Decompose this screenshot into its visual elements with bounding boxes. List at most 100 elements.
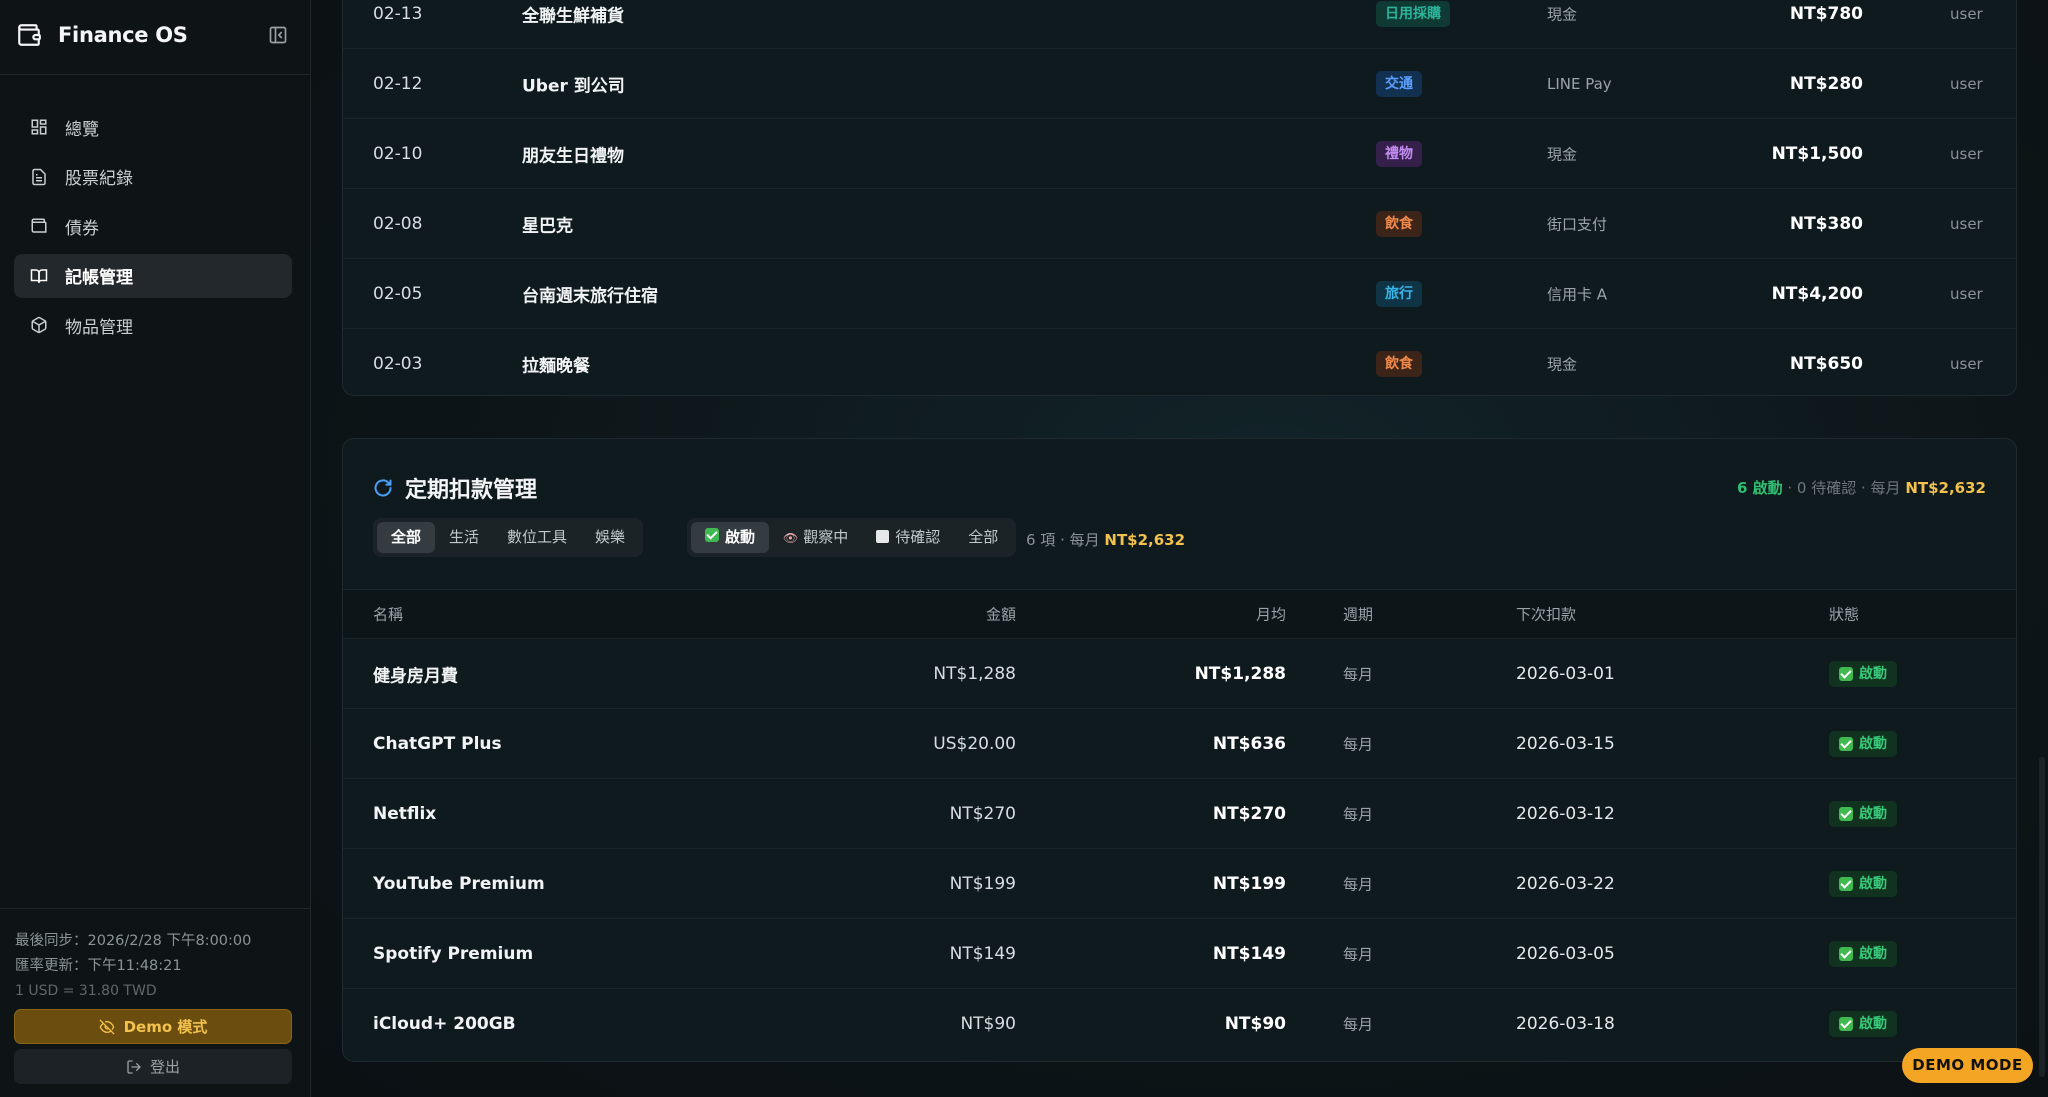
transaction-user: user [1950, 284, 1983, 303]
transaction-description: 朋友生日禮物 [522, 146, 624, 166]
transaction-row[interactable]: 02-10 朋友生日禮物 禮物 現金 NT$1,500 user [343, 119, 2016, 189]
recurring-amount: NT$1,288 [933, 663, 1016, 684]
col-header-amount: 金額 [985, 605, 1016, 624]
transaction-user: user [1950, 214, 1983, 233]
sidebar: Finance OS 總覽 股票紀錄 債券 記帳管理 物品管理 最後同步：202… [0, 0, 311, 1097]
sidebar-item-items[interactable]: 物品管理 [14, 303, 292, 347]
recurring-name: YouTube Premium [373, 873, 545, 894]
transactions-card: 02-13 全聯生鮮補貨 日用採購 現金 NT$780 user 02-12 Uber 到公司… [342, 0, 2017, 396]
filter-category-all[interactable]: 全部 [377, 522, 436, 553]
status-badge[interactable]: 啟動 [1829, 870, 1897, 897]
recurring-monthly: NT$1,288 [1194, 663, 1286, 684]
filter-total: NT$2,632 [1104, 531, 1186, 549]
transaction-user: user [1950, 354, 1983, 373]
sidebar-item-label: 總覽 [65, 119, 99, 140]
category-badge: 交通 [1376, 70, 1422, 97]
check-icon [1839, 666, 1853, 681]
transaction-row[interactable]: 02-13 全聯生鮮補貨 日用採購 現金 NT$780 user [343, 0, 2016, 49]
sidebar-item-label: 股票紀錄 [65, 169, 133, 189]
recurring-next-date: 2026-03-12 [1516, 803, 1615, 824]
col-header-next: 下次扣款 [1516, 605, 1577, 624]
recurring-next-date: 2026-03-15 [1516, 733, 1615, 754]
sidebar-item-stocks[interactable]: 股票紀錄 [14, 155, 292, 199]
eye-icon: 👁 [783, 531, 799, 545]
col-header-name: 名稱 [373, 605, 404, 624]
recurring-row[interactable]: YouTube Premium NT$199 NT$199 每月 2026-03-22 啟… [343, 849, 2016, 919]
status-filter: 啟動 👁 觀察中 待確認 全部 [687, 518, 1017, 557]
sidebar-footer-divider [0, 908, 310, 909]
sidebar-divider [0, 74, 310, 75]
recurring-row[interactable]: Spotify Premium NT$149 NT$149 每月 2026-03-05 啟… [343, 919, 2016, 989]
recurring-summary: 6 啟動 · 0 待確認 · 每月 NT$2,632 [1737, 477, 1986, 498]
summary-middle-text: · 0 待確認 · 每月 [1782, 479, 1906, 497]
transaction-row[interactable]: 02-08 星巴克 飲食 街口支付 NT$380 user [343, 189, 2016, 259]
demo-mode-label: Demo 模式 [123, 1018, 208, 1036]
recurring-amount: US$20.00 [933, 733, 1016, 754]
recurring-name: ChatGPT Plus [373, 733, 502, 754]
logout-label: 登出 [149, 1058, 180, 1076]
recurring-monthly: NT$199 [1212, 873, 1286, 894]
logout-button[interactable]: 登出 [14, 1049, 292, 1084]
transaction-description: Uber 到公司 [522, 76, 625, 96]
summary-active-count: 6 啟動 [1736, 479, 1783, 497]
status-badge[interactable]: 啟動 [1829, 940, 1897, 967]
transaction-user: user [1950, 74, 1983, 93]
filter-status-watching[interactable]: 👁 觀察中 [769, 522, 862, 553]
payment-method: LINE Pay [1547, 74, 1612, 93]
col-header-cycle: 週期 [1343, 605, 1374, 624]
status-label: 啟動 [1859, 665, 1887, 682]
sync-info: 最後同步：2026/2/28 下午8:00:00 匯率更新：下午11:48:21… [15, 929, 251, 1004]
recurring-name: Netflix [373, 803, 437, 824]
transaction-amount: NT$780 [1789, 3, 1863, 24]
filter-category-entertainment[interactable]: 娛樂 [581, 522, 639, 553]
transaction-row[interactable]: 02-03 拉麵晚餐 飲食 現金 NT$650 user [343, 329, 2016, 395]
status-label: 啟動 [1859, 1016, 1887, 1032]
sidebar-item-overview[interactable]: 總覽 [14, 105, 292, 149]
check-icon [705, 528, 719, 542]
transaction-user: user [1950, 4, 1983, 23]
recurring-monthly: NT$90 [1224, 1014, 1286, 1034]
payment-method: 現金 [1547, 355, 1578, 373]
transaction-row[interactable]: 02-12 Uber 到公司 交通 LINE Pay NT$280 user [343, 49, 2016, 119]
recurring-next-date: 2026-03-05 [1516, 943, 1615, 964]
recurring-cycle: 每月 [1343, 945, 1374, 963]
transaction-row[interactable]: 02-05 台南週末旅行住宿 旅行 信用卡 A NT$4,200 user [343, 259, 2016, 329]
sidebar-item-bonds[interactable]: 債券 [14, 204, 292, 248]
recurring-row[interactable]: Netflix NT$270 NT$270 每月 2026-03-12 啟動 [343, 779, 2016, 849]
recurring-amount: NT$270 [949, 803, 1016, 824]
recurring-cycle: 每月 [1343, 805, 1374, 823]
filter-status-active[interactable]: 啟動 [691, 522, 770, 553]
sidebar-item-bookkeeping[interactable]: 記帳管理 [14, 253, 292, 298]
filter-status-pending[interactable]: 待確認 [862, 522, 954, 553]
transaction-description: 星巴克 [522, 216, 573, 236]
recurring-row[interactable]: ChatGPT Plus US$20.00 NT$636 每月 2026-03-15 啟動 [343, 709, 2016, 779]
status-badge[interactable]: 啟動 [1829, 800, 1897, 827]
filter-status-all[interactable]: 全部 [954, 522, 1012, 553]
recurring-cycle: 每月 [1343, 1015, 1374, 1034]
recurring-row[interactable]: 健身房月費 NT$1,288 NT$1,288 每月 2026-03-01 啟動 [343, 639, 2016, 709]
status-badge[interactable]: 啟動 [1829, 1011, 1897, 1037]
category-badge: 禮物 [1376, 140, 1422, 167]
check-icon [1839, 946, 1853, 961]
sidebar-item-label: 記帳管理 [65, 268, 133, 288]
demo-mode-button[interactable]: Demo 模式 [14, 1009, 292, 1044]
transaction-amount: NT$650 [1789, 353, 1863, 374]
status-badge[interactable]: 啟動 [1829, 730, 1897, 757]
demo-mode-badge[interactable]: DEMO MODE [1902, 1048, 2033, 1083]
wallet-icon [31, 218, 47, 233]
transaction-amount: NT$380 [1789, 213, 1863, 234]
filter-category-life[interactable]: 生活 [435, 522, 493, 553]
recurring-monthly: NT$270 [1212, 803, 1286, 824]
recurring-table-header: 名稱 金額 月均 週期 下次扣款 狀態 [343, 589, 2016, 639]
filter-status-active-label: 啟動 [725, 528, 756, 546]
scrollbar[interactable] [2039, 757, 2045, 1077]
category-badge: 飲食 [1376, 210, 1422, 237]
recurring-row[interactable]: iCloud+ 200GB NT$90 NT$90 每月 2026-03-18 啟動 [343, 989, 2016, 1059]
transaction-date: 02-13 [373, 3, 423, 24]
collapse-sidebar-icon[interactable] [268, 25, 288, 45]
transaction-date: 02-10 [373, 143, 423, 164]
status-badge[interactable]: 啟動 [1829, 660, 1897, 687]
filter-category-digital[interactable]: 數位工具 [493, 522, 581, 553]
payment-method: 街口支付 [1547, 215, 1608, 233]
filter-count: 6 項 · 每月 [1026, 531, 1105, 549]
